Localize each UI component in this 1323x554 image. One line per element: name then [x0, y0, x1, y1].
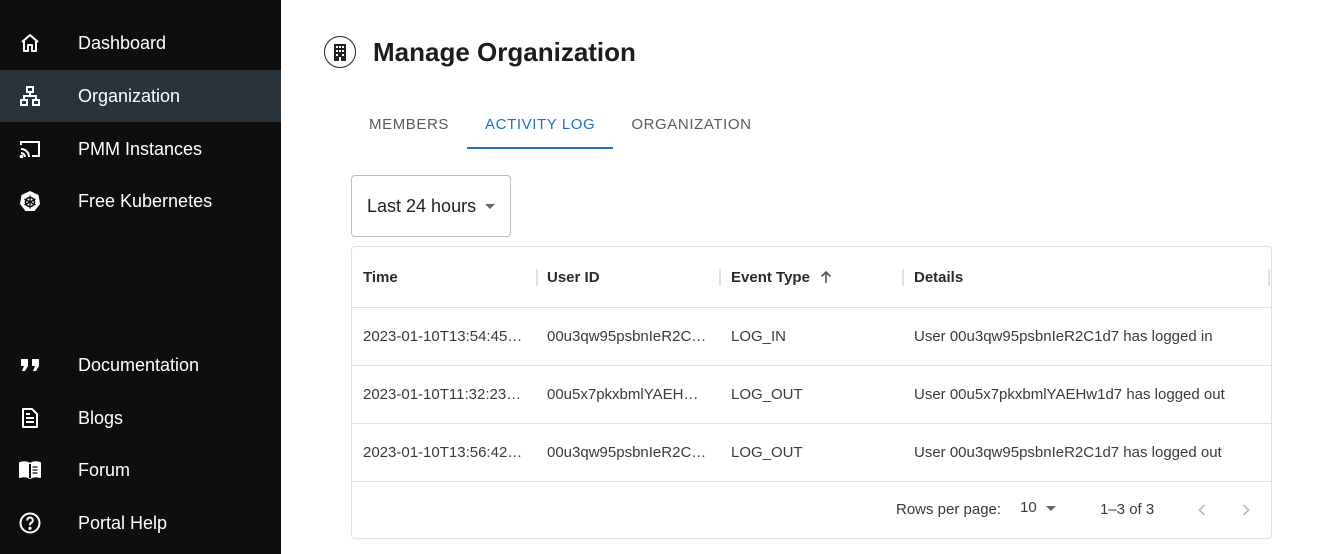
sidebar-item-organization[interactable]: Organization: [0, 70, 281, 122]
tab-members[interactable]: MEMBERS: [351, 100, 467, 149]
sidebar-item-portal-help[interactable]: Portal Help: [0, 497, 281, 549]
cell-event-type: LOG_OUT: [731, 386, 803, 403]
column-header-label: Time: [363, 268, 398, 286]
time-range-value: Last 24 hours: [367, 195, 477, 216]
sidebar-item-label: Organization: [78, 85, 181, 106]
org-chart-icon: [18, 84, 42, 108]
cell-user-id: 00u5x7pkxbmlYAEH…: [547, 386, 699, 403]
sidebar-item-label: Blogs: [78, 407, 124, 428]
cell-time: 2023-01-10T11:32:23…: [363, 386, 522, 403]
page-title: Manage Organization: [373, 37, 636, 67]
home-icon: [18, 31, 42, 55]
sidebar: Dashboard Organization PMM Instances Fre…: [0, 0, 281, 554]
sidebar-item-blogs[interactable]: Blogs: [0, 392, 281, 444]
sidebar-item-label: Forum: [78, 459, 131, 480]
previous-page-button[interactable]: [1188, 496, 1216, 524]
sidebar-item-label: Portal Help: [78, 512, 168, 533]
quote-icon: [18, 353, 42, 377]
column-header-label: Details: [914, 268, 964, 286]
cell-details: User 00u3qw95psbnIeR2C1d7 has logged out: [914, 444, 1222, 461]
sidebar-item-pmm-instances[interactable]: PMM Instances: [0, 123, 281, 175]
cell-user-id: 00u3qw95psbnIeR2C…: [547, 444, 707, 461]
next-page-button[interactable]: [1232, 496, 1260, 524]
cell-details: User 00u5x7pkxbmlYAEHw1d7 has logged out: [914, 386, 1225, 403]
column-header-user-id[interactable]: User ID: [547, 247, 600, 307]
arrow-up-icon[interactable]: [818, 269, 834, 285]
column-separator[interactable]: [902, 269, 904, 286]
help-circle-icon: [18, 511, 42, 535]
main-content: Manage Organization MEMBERS ACTIVITY LOG…: [281, 0, 1323, 554]
rows-per-page-label: Rows per page:: [896, 501, 1002, 518]
column-header-label: User ID: [547, 268, 600, 286]
column-header-event-type[interactable]: Event Type: [731, 247, 834, 307]
table-row[interactable]: 2023-01-10T13:54:45… 00u3qw95psbnIeR2C… …: [352, 308, 1271, 366]
article-icon: [18, 406, 42, 430]
cell-time: 2023-01-10T13:54:45…: [363, 328, 523, 345]
cell-event-type: LOG_OUT: [731, 444, 803, 461]
sidebar-item-forum[interactable]: Forum: [0, 444, 281, 496]
building-icon: [324, 36, 356, 68]
tabs: MEMBERS ACTIVITY LOG ORGANIZATION: [351, 100, 770, 149]
rows-per-page-value: 10: [1020, 499, 1037, 516]
column-separator[interactable]: [1268, 269, 1270, 286]
chevron-left-icon: [1198, 504, 1206, 516]
cell-user-id: 00u3qw95psbnIeR2C…: [547, 328, 707, 345]
tab-activity-log[interactable]: ACTIVITY LOG: [467, 100, 614, 149]
column-separator[interactable]: [719, 269, 721, 286]
column-header-time[interactable]: Time: [363, 247, 398, 307]
cast-icon: [18, 137, 42, 161]
sidebar-item-label: Dashboard: [78, 32, 167, 53]
table-pagination: Rows per page: 10 1–3 of 3: [352, 482, 1271, 538]
book-open-icon: [18, 458, 42, 482]
sidebar-item-label: Free Kubernetes: [78, 190, 213, 211]
sidebar-item-free-kubernetes[interactable]: Free Kubernetes: [0, 175, 281, 227]
tab-organization[interactable]: ORGANIZATION: [613, 100, 769, 149]
table-row[interactable]: 2023-01-10T11:32:23… 00u5x7pkxbmlYAEH… L…: [352, 366, 1271, 424]
caret-down-icon: [485, 204, 495, 209]
pagination-range: 1–3 of 3: [1100, 501, 1155, 518]
cell-event-type: LOG_IN: [731, 328, 787, 345]
kubernetes-icon: [18, 189, 42, 213]
chevron-right-icon: [1242, 504, 1250, 516]
sidebar-item-label: Documentation: [78, 354, 200, 375]
rows-per-page-select[interactable]: 10: [1020, 499, 1062, 521]
sidebar-item-documentation[interactable]: Documentation: [0, 339, 281, 391]
sidebar-item-dashboard[interactable]: Dashboard: [0, 17, 281, 69]
caret-down-icon: [1046, 506, 1056, 511]
activity-log-table: Time User ID Event Type Details 2023-01-…: [351, 246, 1272, 539]
column-header-label: Event Type: [731, 268, 810, 286]
column-header-details[interactable]: Details: [914, 247, 963, 307]
table-header: Time User ID Event Type Details: [352, 247, 1271, 308]
sidebar-item-label: PMM Instances: [78, 138, 203, 159]
cell-details: User 00u3qw95psbnIeR2C1d7 has logged in: [914, 328, 1213, 345]
time-range-select[interactable]: Last 24 hours: [351, 175, 511, 237]
table-row[interactable]: 2023-01-10T13:56:42… 00u3qw95psbnIeR2C… …: [352, 424, 1271, 482]
column-separator[interactable]: [536, 269, 538, 286]
cell-time: 2023-01-10T13:56:42…: [363, 444, 523, 461]
